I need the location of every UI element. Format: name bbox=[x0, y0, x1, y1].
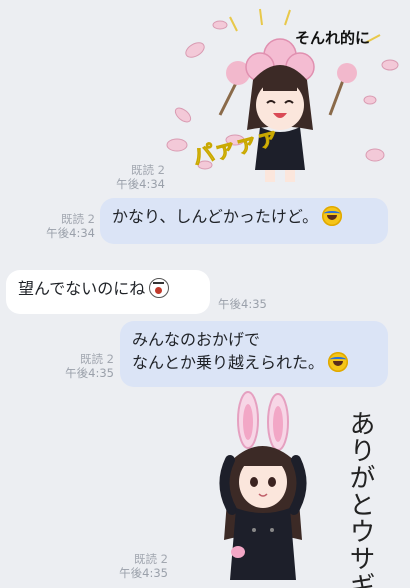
message-text-line1: みんなのおかげで bbox=[132, 330, 261, 349]
timestamp: 午後4:35 bbox=[65, 366, 114, 380]
sticker-bunny-girl[interactable]: ありがとウサギ bbox=[210, 390, 395, 588]
read-receipt: 既読 2 午後4:34 bbox=[100, 163, 165, 191]
message-text-line2: なんとか乗り越えられた。 bbox=[132, 353, 325, 372]
laugh-emoji-icon bbox=[322, 206, 343, 226]
read-receipt: 既読 2 午後4:35 bbox=[60, 352, 114, 380]
shout-emoji-icon bbox=[149, 278, 170, 298]
read-receipt: 既読 2 午後4:34 bbox=[37, 212, 95, 240]
read-count: 既読 2 bbox=[61, 212, 95, 226]
timestamp: 午後4:35 bbox=[218, 297, 267, 311]
timestamp: 午後4:34 bbox=[46, 226, 95, 240]
timestamp-wrapper: 午後4:35 bbox=[218, 297, 278, 311]
read-count: 既読 2 bbox=[134, 552, 168, 566]
timestamp: 午後4:35 bbox=[119, 566, 168, 580]
message-bubble-outgoing[interactable]: みんなのおかげで なんとか乗り越えられた。 bbox=[120, 321, 388, 387]
read-count: 既読 2 bbox=[131, 163, 165, 177]
sticker-caption: そんれ的に bbox=[295, 29, 370, 47]
sticker-caption: ありがとウサギ bbox=[345, 410, 375, 588]
message-text: 望んでないのにね bbox=[18, 279, 146, 298]
message-bubble-incoming[interactable]: 望んでないのにね bbox=[6, 270, 210, 314]
laugh-emoji-icon bbox=[328, 352, 349, 372]
timestamp: 午後4:34 bbox=[116, 177, 165, 191]
message-text: かなり、しんどかったけど。 bbox=[112, 207, 319, 226]
read-receipt: 既読 2 午後4:35 bbox=[110, 552, 168, 580]
read-count: 既読 2 bbox=[80, 352, 114, 366]
sticker-girl-flowers[interactable]: そんれ的に パァァァ bbox=[165, 5, 405, 195]
message-bubble-outgoing[interactable]: かなり、しんどかったけど。 bbox=[100, 198, 388, 244]
